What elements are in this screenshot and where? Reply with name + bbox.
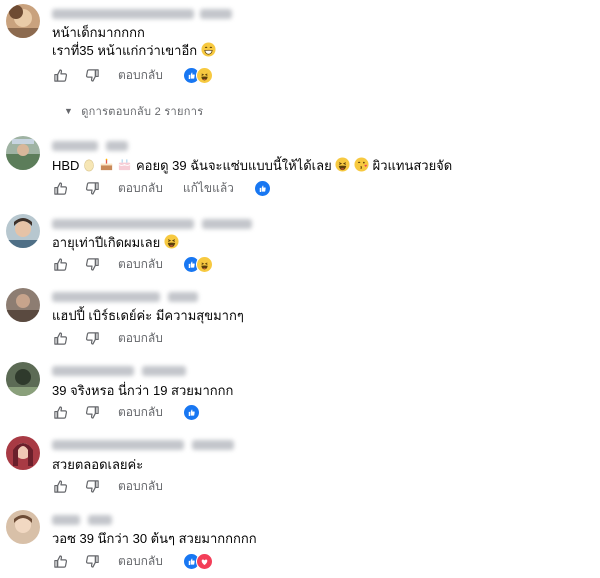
egg-emoji (83, 157, 95, 176)
avatar[interactable] (6, 4, 40, 38)
reply-button[interactable]: ตอบกลับ (118, 255, 163, 274)
thumb-down-icon (85, 554, 100, 569)
dislike-button[interactable] (84, 478, 100, 494)
thumb-down-icon (85, 68, 100, 83)
like-button[interactable] (52, 256, 68, 272)
laughing-tongue-emoji (335, 157, 350, 176)
like-button[interactable] (52, 180, 68, 196)
comment-text: 39 จริงหรอ นี่กว่า 19 สวยมากกก (52, 383, 234, 398)
avatar[interactable] (6, 214, 40, 248)
kiss-emoji (354, 157, 369, 176)
comment-text: เราที่35 หน้าแก่กว่าเขาอีก (52, 42, 216, 61)
reaction-summary[interactable] (182, 552, 213, 570)
thumb-up-icon (53, 479, 68, 494)
avatar[interactable] (6, 136, 40, 170)
comment-actions: ตอบกลับ (52, 255, 213, 273)
dislike-button[interactable] (84, 330, 100, 346)
reaction-summary[interactable] (182, 255, 213, 273)
author-name[interactable] (52, 515, 80, 525)
reply-button[interactable]: ตอบกลับ (118, 477, 163, 496)
like-button[interactable] (52, 67, 68, 83)
comment-text: วอซ 39 นึกว่า 30 ต้นๆ สวยมากกกกก (52, 531, 257, 546)
timestamp[interactable] (192, 440, 234, 450)
thumb-down-icon (85, 257, 100, 272)
comment-text: แฮปปี้ เบิร์ธเดย์ค่ะ มีความสุขมากๆ (52, 308, 244, 323)
avatar[interactable] (6, 436, 40, 470)
avatar[interactable] (6, 288, 40, 322)
like-button[interactable] (52, 553, 68, 569)
timestamp[interactable] (168, 292, 198, 302)
comment-actions: ตอบกลับ (52, 66, 213, 84)
thumb-up-icon (53, 405, 68, 420)
author-name[interactable] (52, 292, 160, 302)
thumb-down-icon (85, 181, 100, 196)
love-reaction-icon (195, 552, 213, 570)
view-replies-label: ดูการตอบกลับ 2 รายการ (81, 106, 204, 118)
chevron-down-icon: ▼ (64, 106, 74, 116)
comment-text: HBD คอยดู 39 ฉันจะแซ่บแบบนี้ให้ได้เลย ผิ… (52, 157, 452, 176)
dislike-button[interactable] (84, 404, 100, 420)
reply-button[interactable]: ตอบกลับ (118, 552, 163, 571)
comment-actions: ตอบกลับ (52, 477, 183, 495)
thumb-up-icon (53, 68, 68, 83)
comment-actions: ตอบกลับ (52, 552, 213, 570)
dislike-button[interactable] (84, 256, 100, 272)
like-button[interactable] (52, 330, 68, 346)
dislike-button[interactable] (84, 553, 100, 569)
thumb-down-icon (85, 479, 100, 494)
timestamp[interactable] (106, 141, 128, 151)
comment-actions: ตอบกลับ แก้ไขแล้ว (52, 179, 271, 197)
thumb-up-icon (53, 331, 68, 346)
dislike-button[interactable] (84, 180, 100, 196)
cake-emoji (99, 157, 114, 176)
comment-actions: ตอบกลับ (52, 329, 183, 347)
reaction-summary[interactable] (182, 403, 200, 421)
laughing-tongue-emoji (164, 234, 179, 253)
timestamp[interactable] (142, 366, 186, 376)
timestamp[interactable] (200, 9, 232, 19)
reply-button[interactable]: ตอบกลับ (118, 66, 163, 85)
author-name[interactable] (52, 440, 184, 450)
reaction-summary[interactable] (253, 179, 271, 197)
comment-text: อายุเท่าปีเกิดผมเลย (52, 234, 179, 253)
haha-reaction-icon (195, 255, 213, 273)
reaction-summary[interactable] (182, 66, 213, 84)
thumb-down-icon (85, 331, 100, 346)
birthday-cake-emoji (117, 157, 132, 176)
view-replies-link[interactable]: ▼ ดูการตอบกลับ 2 รายการ (64, 102, 203, 120)
grin-emoji (201, 42, 216, 61)
reply-button[interactable]: ตอบกลับ (118, 179, 163, 198)
like-reaction-icon (182, 403, 200, 421)
comment-actions: ตอบกลับ (52, 403, 200, 421)
thumb-down-icon (85, 405, 100, 420)
like-reaction-icon (253, 179, 271, 197)
author-name[interactable] (52, 366, 134, 376)
avatar[interactable] (6, 510, 40, 544)
thumb-up-icon (53, 181, 68, 196)
reply-button[interactable]: ตอบกลับ (118, 403, 163, 422)
dislike-button[interactable] (84, 67, 100, 83)
timestamp[interactable] (202, 219, 252, 229)
thumb-up-icon (53, 257, 68, 272)
author-name[interactable] (52, 219, 194, 229)
like-button[interactable] (52, 404, 68, 420)
timestamp[interactable] (88, 515, 112, 525)
like-button[interactable] (52, 478, 68, 494)
comment-text: หน้าเด็กมากกกก (52, 25, 145, 40)
author-name[interactable] (52, 9, 194, 19)
reply-button[interactable]: ตอบกลับ (118, 329, 163, 348)
comment-text: สวยตลอดเลยค่ะ (52, 457, 144, 472)
edited-label: แก้ไขแล้ว (182, 180, 234, 195)
author-name[interactable] (52, 141, 98, 151)
thumb-up-icon (53, 554, 68, 569)
haha-reaction-icon (195, 66, 213, 84)
avatar[interactable] (6, 362, 40, 396)
